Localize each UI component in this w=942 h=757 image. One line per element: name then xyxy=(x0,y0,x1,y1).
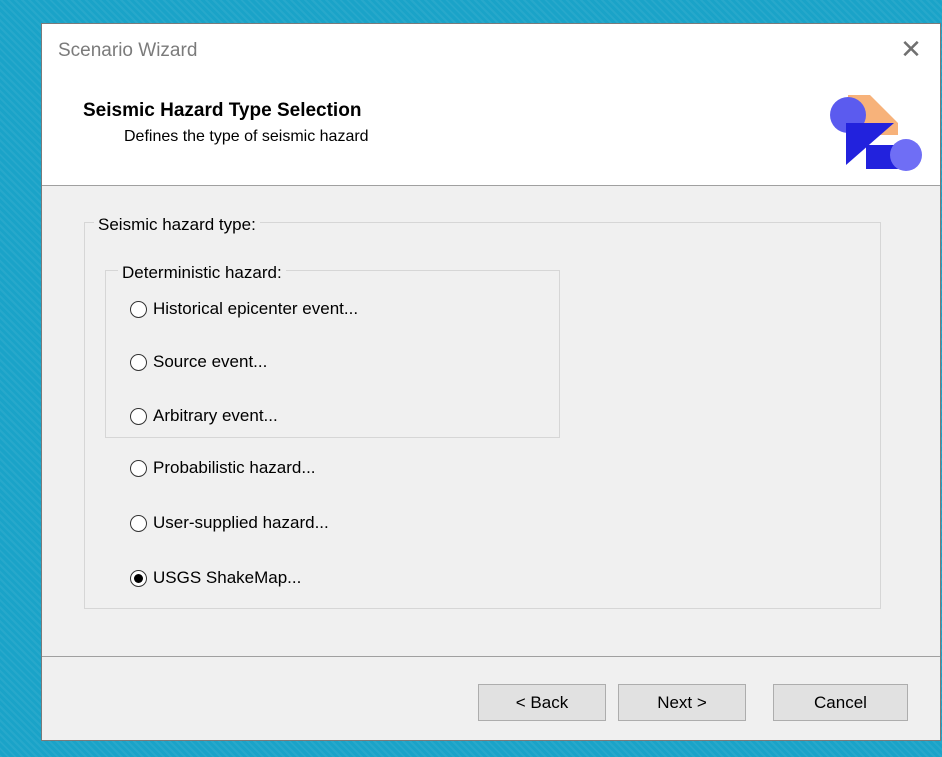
radio-usgs-shakemap[interactable]: USGS ShakeMap... xyxy=(130,566,301,590)
radio-user-supplied[interactable]: User-supplied hazard... xyxy=(130,511,329,535)
close-icon[interactable]: ✕ xyxy=(896,34,926,64)
radio-label: Historical epicenter event... xyxy=(153,299,359,318)
radio-button-icon[interactable] xyxy=(130,514,147,532)
radio-button-selected-icon[interactable] xyxy=(130,569,147,587)
radio-arbitrary-event[interactable]: Arbitrary event... xyxy=(130,404,278,428)
radio-historical-epicenter[interactable]: Historical epicenter event... xyxy=(130,297,358,321)
wizard-body: Seismic hazard type: Deterministic hazar… xyxy=(42,186,940,656)
title-bar: Scenario Wizard ✕ xyxy=(42,24,940,79)
page-title: Seismic Hazard Type Selection xyxy=(83,100,362,121)
radio-button-icon[interactable] xyxy=(130,407,147,425)
deterministic-legend: Deterministic hazard: xyxy=(118,263,286,283)
cancel-button[interactable]: Cancel xyxy=(773,684,908,721)
radio-dot-icon xyxy=(134,573,143,583)
radio-button-icon[interactable] xyxy=(130,300,147,318)
radio-label: Arbitrary event... xyxy=(153,406,278,425)
radio-label: User-supplied hazard... xyxy=(153,513,329,532)
radio-button-icon[interactable] xyxy=(130,353,147,371)
next-button[interactable]: Next > xyxy=(618,684,746,721)
scenario-wizard-dialog: Scenario Wizard ✕ Seismic Hazard Type Se… xyxy=(41,23,941,741)
wizard-shapes-icon xyxy=(830,95,922,171)
wizard-header: Seismic Hazard Type Selection Defines th… xyxy=(42,79,940,186)
radio-label: Probabilistic hazard... xyxy=(153,458,316,477)
radio-label: Source event... xyxy=(153,352,268,371)
hazard-type-legend: Seismic hazard type: xyxy=(94,215,260,235)
radio-label: USGS ShakeMap... xyxy=(153,568,302,587)
footer-divider xyxy=(42,656,940,657)
radio-source-event[interactable]: Source event... xyxy=(130,350,267,374)
window-title: Scenario Wizard xyxy=(58,40,198,61)
radio-button-icon[interactable] xyxy=(130,459,147,477)
page-subtitle: Defines the type of seismic hazard xyxy=(124,128,369,145)
radio-probabilistic[interactable]: Probabilistic hazard... xyxy=(130,456,316,480)
back-button[interactable]: < Back xyxy=(478,684,606,721)
